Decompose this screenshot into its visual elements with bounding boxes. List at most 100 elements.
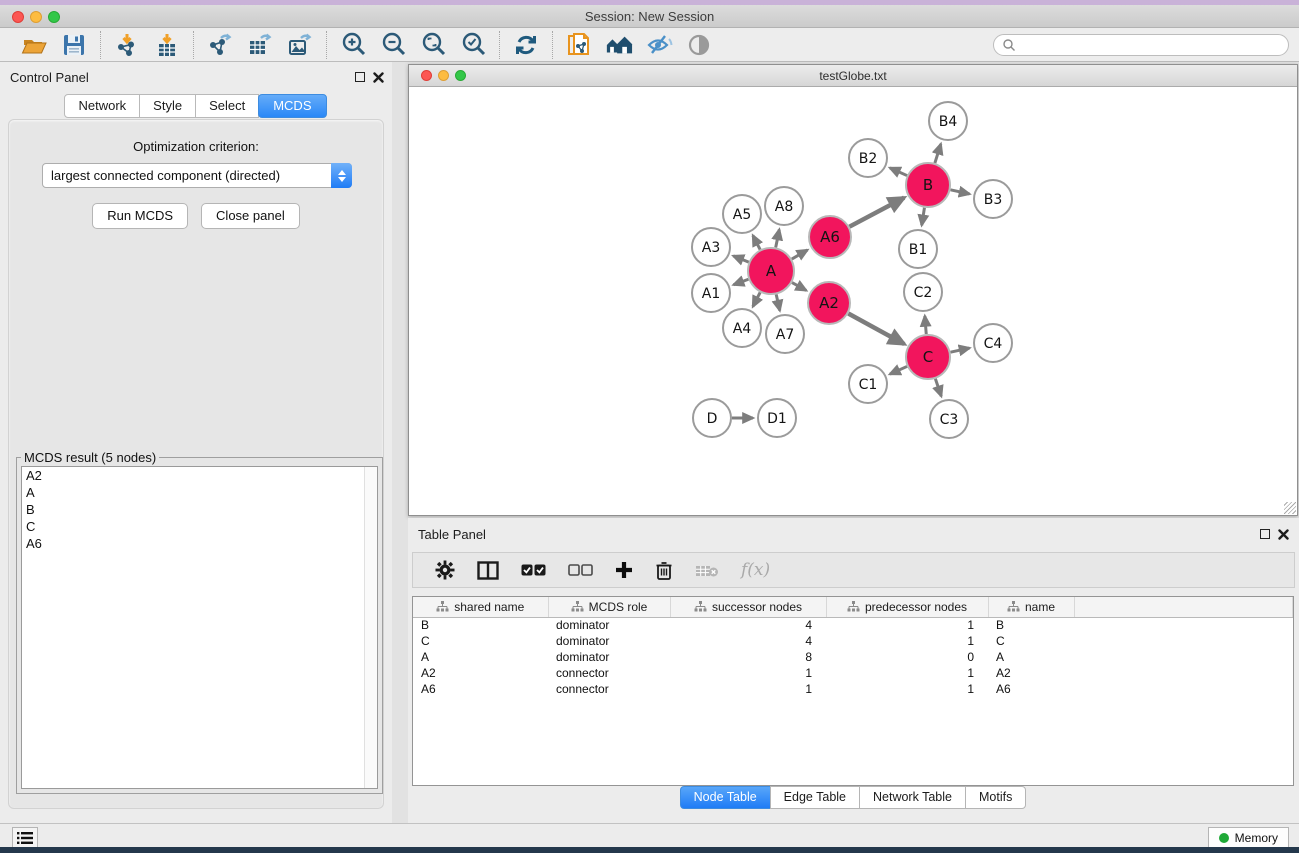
table-cell[interactable]: A [988,649,1074,665]
graph-edge-C-C4[interactable] [950,348,969,352]
hide-panel-button[interactable] [645,31,673,59]
table-cell[interactable]: C [988,633,1074,649]
result-scrollbar[interactable] [364,467,377,788]
refresh-layout-button[interactable] [512,31,540,59]
table-row[interactable]: Cdominator41C [413,633,1293,649]
graph-node-A8[interactable]: A8 [765,187,803,225]
column-header[interactable]: successor nodes [670,597,826,617]
table-cell[interactable]: dominator [548,649,670,665]
graph-edge-C-C2[interactable] [925,316,926,334]
criterion-dropdown[interactable]: largest connected component (directed) [42,163,352,188]
resize-grip[interactable] [1284,502,1296,514]
graph-edge-A-A7[interactable] [776,294,780,310]
mcds-result-item[interactable]: C [22,518,377,535]
table-cell[interactable]: dominator [548,633,670,649]
tab-network[interactable]: Network [64,94,140,118]
table-cell[interactable]: A [413,649,548,665]
function-builder-button[interactable]: f(x) [741,560,770,580]
graph-edge-B-B4[interactable] [935,144,941,163]
graph-node-A4[interactable]: A4 [723,309,761,347]
graph-node-A3[interactable]: A3 [692,228,730,266]
zoom-fit-button[interactable] [419,31,447,59]
table-cell[interactable]: dominator [548,617,670,633]
zoom-selected-button[interactable] [459,31,487,59]
graph-edge-A-A1[interactable] [734,279,749,284]
save-session-button[interactable] [60,31,88,59]
graph-node-A7[interactable]: A7 [766,315,804,353]
column-header[interactable]: name [988,597,1074,617]
float-panel-icon[interactable] [355,72,365,82]
close-panel-button[interactable]: Close panel [201,203,300,229]
graph-edge-B-B3[interactable] [950,190,969,194]
graph-node-C4[interactable]: C4 [974,324,1012,362]
tab-edge-table[interactable]: Edge Table [770,786,860,809]
close-table-panel-icon[interactable] [1278,529,1289,540]
tab-motifs[interactable]: Motifs [965,786,1026,809]
close-panel-icon[interactable] [373,72,384,83]
open-file-button[interactable] [20,31,48,59]
search-field[interactable] [993,34,1289,56]
export-table-button[interactable] [246,31,274,59]
table-cell[interactable]: connector [548,681,670,697]
memory-button[interactable]: Memory [1208,827,1289,849]
add-column-button[interactable] [615,561,633,579]
table-row[interactable]: Adominator80A [413,649,1293,665]
graph-edge-A-A2[interactable] [792,283,806,291]
mcds-result-item[interactable]: A2 [22,467,377,484]
graph-edge-C-C1[interactable] [890,366,907,374]
zoom-out-button[interactable] [379,31,407,59]
network-window-titlebar[interactable]: testGlobe.txt [409,65,1297,87]
graph-node-A1[interactable]: A1 [692,274,730,312]
graph-node-B[interactable]: B [906,163,950,207]
graph-edge-B-B1[interactable] [922,208,925,226]
zoom-in-button[interactable] [339,31,367,59]
table-cell[interactable]: 1 [826,681,988,697]
graph-node-C1[interactable]: C1 [849,365,887,403]
network-graph[interactable]: AA1A3A5A8A4A7A6A2BB2B4B3B1CC2C4C1C3DD1 [409,87,1297,515]
table-cell[interactable]: 1 [826,617,988,633]
float-table-panel-icon[interactable] [1260,529,1270,539]
graph-node-A6[interactable]: A6 [809,216,851,258]
table-cell[interactable]: A2 [413,665,548,681]
graph-node-C2[interactable]: C2 [904,273,942,311]
import-network-button[interactable] [113,31,141,59]
graph-edge-A-A6[interactable] [792,250,808,259]
table-cell[interactable]: 1 [670,681,826,697]
show-eye-button[interactable] [685,31,713,59]
tab-node-table[interactable]: Node Table [680,786,771,809]
clone-network-button[interactable] [565,31,593,59]
graph-edge-C-C3[interactable] [935,379,941,396]
graph-node-A[interactable]: A [748,248,794,294]
graph-edge-A-A4[interactable] [753,292,760,306]
mcds-result-item[interactable]: A [22,484,377,501]
table-cell[interactable]: 1 [670,665,826,681]
mcds-result-item[interactable]: B [22,501,377,518]
table-settings-button[interactable] [435,560,455,580]
table-cell[interactable]: 4 [670,633,826,649]
column-header[interactable]: predecessor nodes [826,597,988,617]
table-cell[interactable]: B [413,617,548,633]
export-network-button[interactable] [206,31,234,59]
tab-mcds[interactable]: MCDS [258,94,326,118]
search-input[interactable] [1020,36,1288,54]
graph-node-B3[interactable]: B3 [974,180,1012,218]
table-cell[interactable]: 8 [670,649,826,665]
delete-column-button[interactable] [655,560,673,580]
run-mcds-button[interactable]: Run MCDS [92,203,188,229]
table-cell[interactable]: A6 [413,681,548,697]
graph-node-D[interactable]: D [693,399,731,437]
graph-edge-A2-C[interactable] [848,314,904,345]
table-cell[interactable]: C [413,633,548,649]
graph-node-A2[interactable]: A2 [808,282,850,324]
graph-edge-A-A3[interactable] [733,256,748,262]
table-row[interactable]: Bdominator41B [413,617,1293,633]
graph-node-B1[interactable]: B1 [899,230,937,268]
export-image-button[interactable] [286,31,314,59]
tab-network-table[interactable]: Network Table [859,786,966,809]
table-cell[interactable]: 0 [826,649,988,665]
delete-table-button[interactable] [695,563,719,578]
table-cell[interactable]: connector [548,665,670,681]
table-cell[interactable]: A2 [988,665,1074,681]
table-row[interactable]: A2connector11A2 [413,665,1293,681]
graph-edge-A-A5[interactable] [753,235,760,249]
